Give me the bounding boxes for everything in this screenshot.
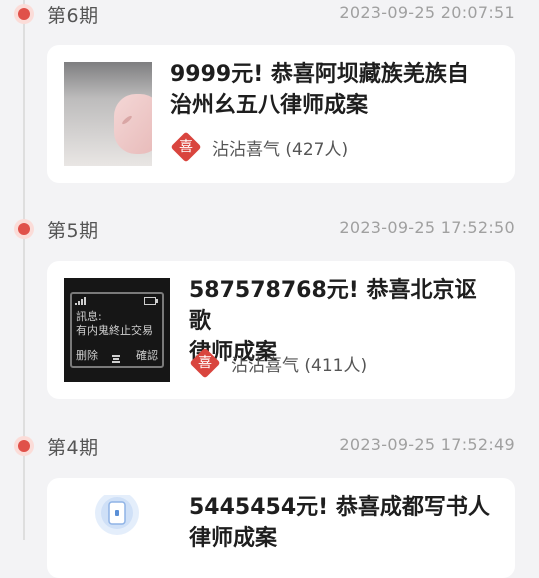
- timeline-dot: [18, 8, 30, 20]
- group-name: 沾沾喜气: [212, 140, 280, 160]
- group-text: 沾沾喜气 (427人): [212, 135, 348, 160]
- title-line: 治州幺五八律师成案: [170, 93, 369, 118]
- case-title: 9999元! 恭喜阿坝藏族羌族自 治州幺五八律师成案: [170, 59, 497, 121]
- case-thumbnail[interactable]: [64, 62, 152, 166]
- group-info[interactable]: 喜 沾沾喜气 (411人): [189, 347, 389, 379]
- period-label: 第4期: [47, 437, 99, 459]
- period-header: 第6期 2023-09-25 20:07:51: [0, 0, 539, 30]
- phone-left-softkey: 删除: [76, 349, 98, 362]
- period-time: 2023-09-25 17:52:50: [339, 218, 515, 237]
- phone-right-softkey: 確認: [136, 349, 158, 362]
- xi-badge-icon: 喜: [170, 131, 202, 163]
- period-time: 2023-09-25 17:52:49: [339, 435, 515, 454]
- case-card[interactable]: 9999元! 恭喜阿坝藏族羌族自 治州幺五八律师成案 喜 沾沾喜气 (427人): [47, 45, 515, 183]
- group-name: 沾沾喜气: [231, 356, 299, 376]
- phone-message-text: 有内鬼終止交易: [76, 324, 153, 337]
- period-time: 2023-09-25 20:07:51: [339, 3, 515, 22]
- period-label: 第5期: [47, 220, 99, 242]
- timeline-dot: [18, 440, 30, 452]
- case-title: 5445454元! 恭喜成都写书人 律师成案: [189, 492, 497, 554]
- title-line: 5445454元! 恭喜成都写书人: [189, 495, 490, 520]
- timeline-dot: [18, 223, 30, 235]
- participant-count: (427人): [285, 140, 349, 160]
- document-icon: [95, 495, 139, 535]
- period-header: 第4期 2023-09-25 17:52:49: [0, 432, 539, 462]
- battery-icon: [144, 297, 158, 305]
- signal-icon: [75, 297, 86, 305]
- title-line: 9999元! 恭喜阿坝藏族羌族自: [170, 62, 469, 87]
- group-info[interactable]: 喜 沾沾喜气 (427人): [170, 131, 370, 163]
- participant-count: (411人): [304, 356, 368, 376]
- period-label: 第6期: [47, 5, 99, 27]
- pink-case-photo-icon: [64, 62, 152, 166]
- phone-screen-photo-icon: 訊息: 有内鬼終止交易 删除 確認: [70, 292, 164, 368]
- case-thumbnail[interactable]: 訊息: 有内鬼終止交易 删除 確認: [64, 278, 170, 382]
- case-card[interactable]: 訊息: 有内鬼終止交易 删除 確認 587578768元! 恭喜北京讴歌 律师成…: [47, 261, 515, 399]
- group-text: 沾沾喜气 (411人): [231, 351, 367, 376]
- title-line: 587578768元! 恭喜北京讴歌: [189, 278, 477, 334]
- xi-badge-icon: 喜: [189, 347, 221, 379]
- phone-message-label: 訊息:: [76, 310, 102, 323]
- period-header: 第5期 2023-09-25 17:52:50: [0, 215, 539, 245]
- phone-menu-icon: [112, 353, 120, 363]
- case-thumbnail[interactable]: [64, 495, 170, 555]
- title-line: 律师成案: [189, 526, 278, 551]
- case-card[interactable]: 5445454元! 恭喜成都写书人 律师成案: [47, 478, 515, 578]
